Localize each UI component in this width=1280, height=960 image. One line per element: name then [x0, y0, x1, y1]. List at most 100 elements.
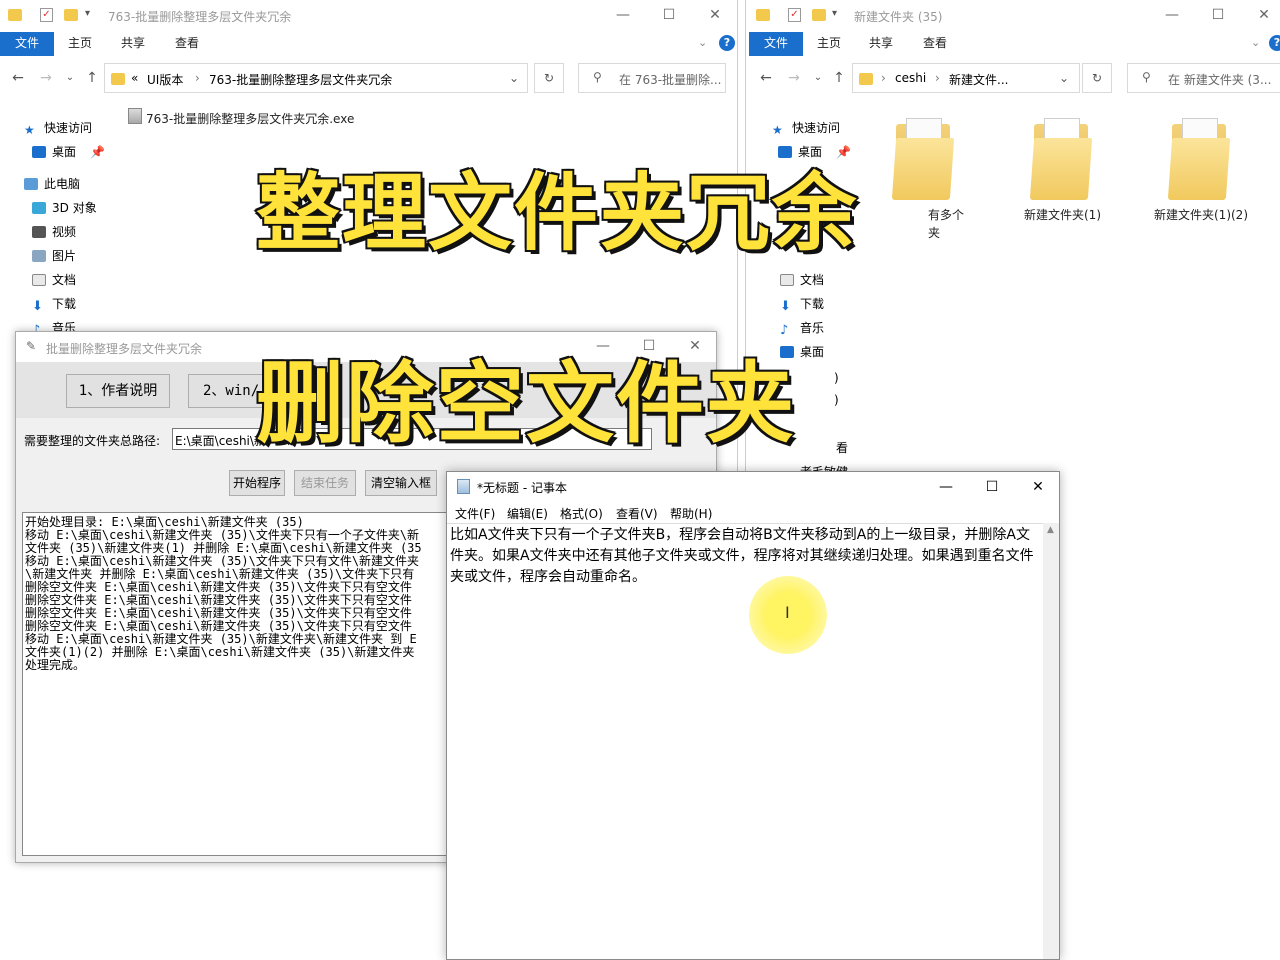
- folder-icon[interactable]: [1029, 118, 1093, 202]
- menu-file[interactable]: 文件(F): [455, 505, 495, 522]
- nav-partial-1[interactable]: ): [834, 368, 839, 392]
- breadcrumb-current[interactable]: 763-批量删除整理多层文件夹冗余: [209, 71, 392, 88]
- recent-chevron-icon[interactable]: ⌄: [808, 63, 828, 93]
- refresh-button[interactable]: ↻: [1082, 63, 1112, 93]
- help-icon[interactable]: ?: [1269, 35, 1280, 51]
- stop-button[interactable]: 结束任务: [294, 470, 356, 496]
- forward-arrow-icon[interactable]: →: [36, 63, 56, 93]
- maximize-button[interactable]: ☐: [1195, 0, 1241, 32]
- address-bar[interactable]: « UI版本 › 763-批量删除整理多层文件夹冗余 ⌄: [104, 63, 528, 93]
- menu-edit[interactable]: 编辑(E): [507, 505, 548, 522]
- minimize-button[interactable]: —: [1149, 0, 1195, 32]
- nav-downloads[interactable]: ⬇ 下载: [32, 294, 76, 318]
- file-item-exe[interactable]: 763-批量删除整理多层文件夹冗余.exe: [146, 110, 354, 127]
- notepad-text-area[interactable]: 比如A文件夹下只有一个子文件夹B，程序会自动将B文件夹移动到A的上一级目录，并删…: [447, 523, 1043, 959]
- minimize-button[interactable]: —: [600, 0, 646, 32]
- breadcrumb-ui-version[interactable]: UI版本: [147, 71, 183, 88]
- title-bar: ✓ ▾ 新建文件夹 (35) — ☐ ✕: [746, 0, 1280, 32]
- new-folder-icon[interactable]: [64, 9, 78, 21]
- back-arrow-icon[interactable]: ←: [8, 63, 28, 93]
- address-bar[interactable]: › ceshi › 新建文件... ⌄: [852, 63, 1080, 93]
- forward-arrow-icon[interactable]: →: [784, 63, 804, 93]
- breadcrumb-ceshi[interactable]: ceshi: [895, 71, 926, 85]
- close-button[interactable]: ✕: [1241, 0, 1280, 32]
- tab-share[interactable]: 共享: [121, 32, 145, 56]
- recent-chevron-icon[interactable]: ⌄: [60, 63, 80, 93]
- maximize-button[interactable]: ☐: [969, 472, 1015, 504]
- chevron-down-icon[interactable]: ⌄: [1059, 71, 1069, 85]
- nav-label: 下载: [52, 297, 77, 311]
- nav-label: 3D 对象: [52, 201, 97, 215]
- chevron-down-icon[interactable]: ⌄: [698, 36, 707, 49]
- folder-label-2[interactable]: 新建文件夹(1): [1024, 206, 1101, 223]
- breadcrumb-separator: ›: [935, 71, 940, 85]
- help-icon[interactable]: ?: [719, 35, 735, 51]
- notepad-menu-bar: 文件(F) 编辑(E) 格式(O) 查看(V) 帮助(H): [447, 502, 1059, 522]
- nav-music[interactable]: ♪ 音乐: [780, 318, 824, 342]
- refresh-button[interactable]: ↻: [534, 63, 564, 93]
- menu-help[interactable]: 帮助(H): [670, 505, 712, 522]
- tab-file[interactable]: 文件: [0, 32, 54, 56]
- menu-view[interactable]: 查看(V): [616, 505, 658, 522]
- nav-documents[interactable]: 文档: [780, 270, 824, 294]
- folder-icon[interactable]: [891, 118, 955, 202]
- chevron-down-icon[interactable]: ⌄: [509, 71, 519, 85]
- nav-3d-objects[interactable]: 3D 对象: [32, 198, 97, 222]
- nav-this-pc[interactable]: 此电脑: [24, 174, 80, 198]
- tab-view[interactable]: 查看: [175, 32, 199, 56]
- notepad-icon: [457, 479, 470, 494]
- folder-icon[interactable]: [1167, 118, 1231, 202]
- search-icon: ⚲: [1142, 70, 1151, 84]
- tab-file[interactable]: 文件: [749, 32, 803, 56]
- music-icon: ♪: [780, 323, 789, 338]
- ribbon-tabs: 文件 主页 共享 查看 ⌄ ?: [746, 32, 1280, 56]
- up-arrow-icon[interactable]: ↑: [829, 63, 849, 93]
- notepad-content: 比如A文件夹下只有一个子文件夹B，程序会自动将B文件夹移动到A的上一级目录，并删…: [450, 527, 1034, 585]
- nav-documents[interactable]: 文档: [32, 270, 76, 294]
- search-icon: ⚲: [593, 70, 602, 84]
- nav-desktop[interactable]: 桌面 📌: [32, 142, 105, 166]
- maximize-button[interactable]: ☐: [646, 0, 692, 32]
- tab-home[interactable]: 主页: [68, 32, 92, 56]
- minimize-button[interactable]: —: [923, 472, 969, 504]
- author-notes-button[interactable]: 1、作者说明: [66, 374, 170, 408]
- nav-label: 桌面: [798, 145, 823, 159]
- tab-share[interactable]: 共享: [869, 32, 893, 56]
- clear-input-button[interactable]: 清空输入框: [365, 470, 437, 496]
- notepad-title: *无标题 - 记事本: [477, 481, 567, 495]
- close-button[interactable]: ✕: [1015, 472, 1059, 504]
- download-icon: ⬇: [780, 299, 791, 314]
- breadcrumb-overflow[interactable]: «: [131, 71, 138, 85]
- chevron-down-icon[interactable]: ▾: [85, 8, 90, 19]
- start-button[interactable]: 开始程序: [229, 470, 285, 496]
- folder-icon: [8, 9, 22, 21]
- folder-label-1[interactable]: 有多个: [928, 206, 964, 223]
- chevron-down-icon[interactable]: ⌄: [1251, 36, 1260, 49]
- properties-icon[interactable]: ✓: [40, 8, 53, 22]
- search-box[interactable]: ⚲ 在 763-批量删除...: [578, 63, 726, 93]
- close-button[interactable]: ✕: [692, 0, 737, 32]
- nav-quick-access[interactable]: ★ 快速访问: [772, 118, 840, 142]
- nav-quick-access[interactable]: ★ 快速访问: [24, 118, 92, 142]
- nav-partial-3[interactable]: 看: [836, 438, 848, 462]
- pin-icon: 📌: [90, 145, 105, 159]
- menu-format[interactable]: 格式(O): [560, 505, 603, 522]
- breadcrumb-current[interactable]: 新建文件...: [949, 71, 1008, 88]
- new-folder-icon[interactable]: [812, 9, 826, 21]
- vertical-scrollbar[interactable]: ▲: [1043, 523, 1059, 959]
- nav-partial-2[interactable]: ): [834, 390, 839, 414]
- chevron-down-icon[interactable]: ▾: [832, 8, 837, 19]
- tab-view[interactable]: 查看: [923, 32, 947, 56]
- scroll-up-arrow-icon[interactable]: ▲: [1047, 525, 1054, 535]
- address-row: ← → ⌄ ↑ › ceshi › 新建文件... ⌄ ↻ ⚲ 在 新建文件夹 …: [746, 63, 1280, 93]
- nav-videos[interactable]: 视频: [32, 222, 76, 246]
- nav-downloads[interactable]: ⬇ 下载: [780, 294, 824, 318]
- search-box[interactable]: ⚲ 在 新建文件夹 (3...: [1127, 63, 1280, 93]
- properties-icon[interactable]: ✓: [788, 8, 801, 22]
- back-arrow-icon[interactable]: ←: [756, 63, 776, 93]
- up-arrow-icon[interactable]: ↑: [82, 63, 102, 93]
- title-bar: ✓ ▾ 763-批量删除整理多层文件夹冗余 — ☐ ✕: [0, 0, 737, 32]
- tab-home[interactable]: 主页: [817, 32, 841, 56]
- nav-pictures[interactable]: 图片: [32, 246, 76, 270]
- folder-label-3[interactable]: 新建文件夹(1)(2): [1154, 206, 1248, 223]
